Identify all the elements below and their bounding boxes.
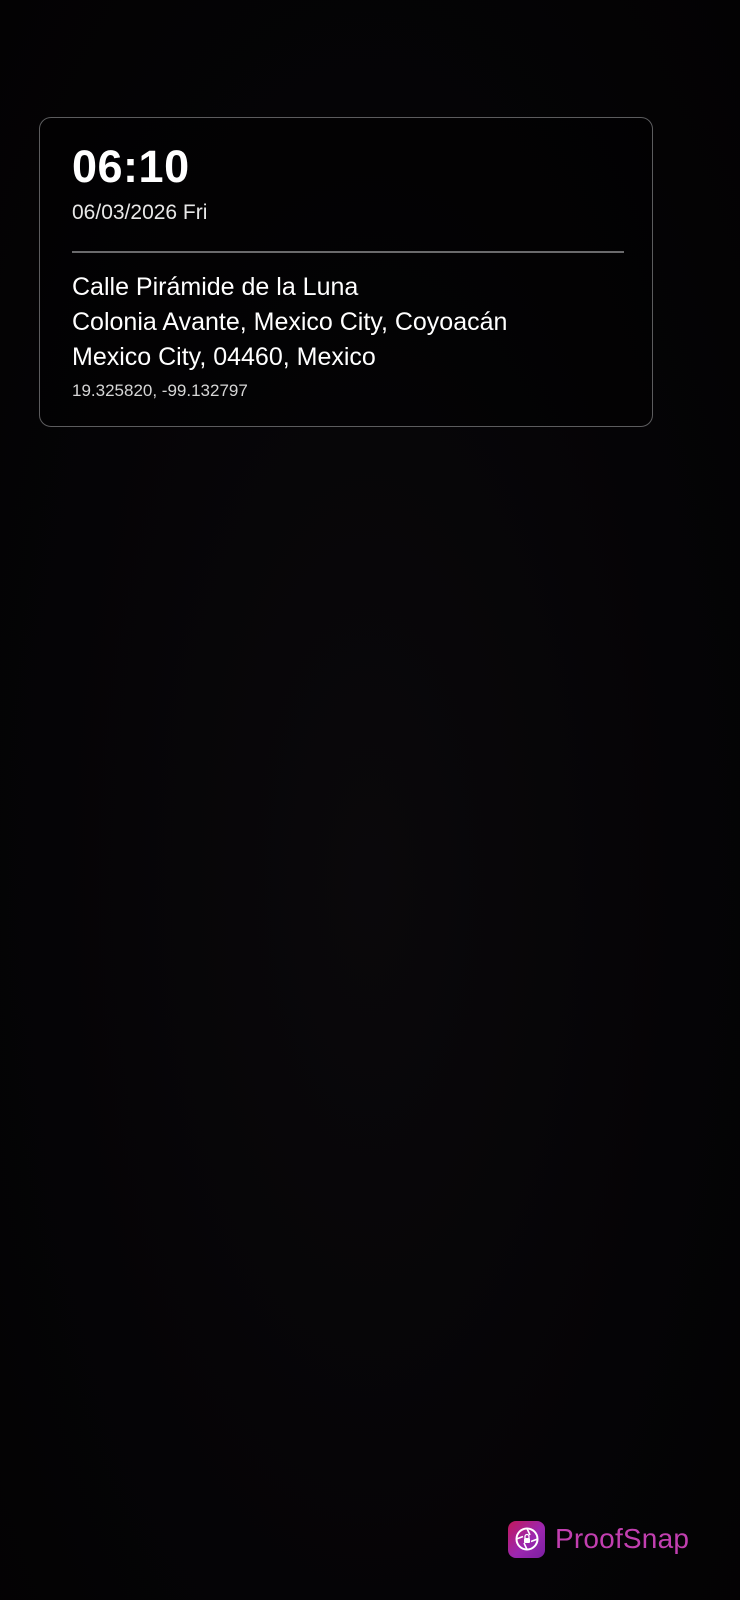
address-line: Calle Pirámide de la Luna (72, 273, 359, 301)
address-line: Colonia Avante, Mexico City, Coyoacán (72, 308, 508, 336)
stamp-divider (72, 251, 624, 253)
proofsnap-logo-icon (508, 1520, 545, 1558)
location-stamp-card: 06:10 06/03/2026 Fri Calle Pirámide de l… (39, 117, 653, 427)
proofsnap-watermark: ProofSnap (508, 1520, 689, 1558)
stamp-coordinates: 19.325820, -99.132797 (72, 381, 248, 400)
stamp-date: 06/03/2026 Fri (72, 201, 208, 224)
stamp-time: 06:10 (72, 141, 190, 192)
brand-name: ProofSnap (555, 1523, 690, 1554)
address-line: Mexico City, 04460, Mexico (72, 343, 376, 371)
stamp-address: Calle Pirámide de la Luna Colonia Avante… (72, 270, 507, 375)
